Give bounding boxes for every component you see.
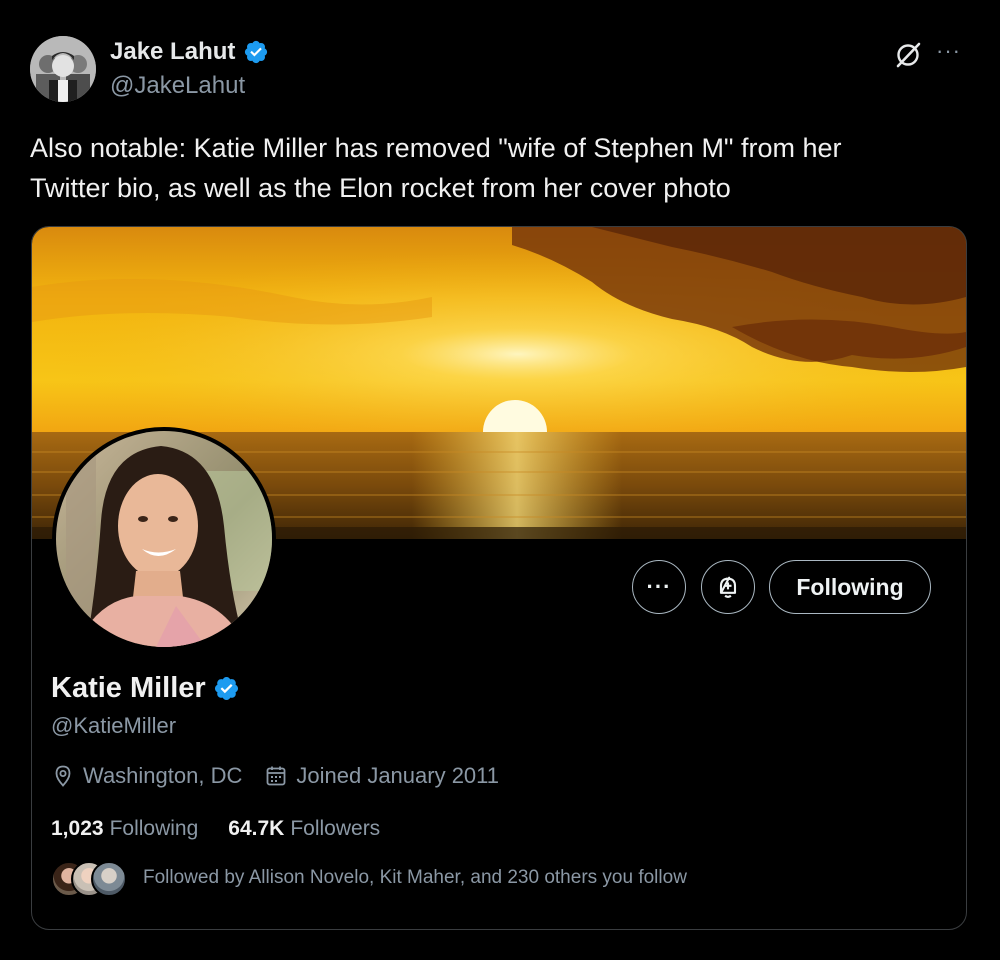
followed-by[interactable]: Followed by Allison Novelo, Kit Maher, a… xyxy=(51,861,687,897)
grok-icon[interactable] xyxy=(893,40,923,70)
verified-icon xyxy=(214,676,238,701)
profile-more-button[interactable]: ··· xyxy=(632,560,686,614)
following-stat[interactable]: 1,023 Following xyxy=(51,817,198,841)
author-handle[interactable]: @JakeLahut xyxy=(110,72,245,100)
location: Washington, DC xyxy=(51,763,242,789)
location-text: Washington, DC xyxy=(83,763,243,788)
tweet-text: Also notable: Katie Miller has removed "… xyxy=(30,128,950,208)
following-label: Following xyxy=(109,817,199,840)
calendar-icon xyxy=(266,766,286,786)
profile-handle: @KatieMiller xyxy=(51,713,177,738)
following-button[interactable]: Following xyxy=(769,560,931,614)
profile-name: Katie Miller xyxy=(51,672,240,705)
author-name-text[interactable]: Jake Lahut xyxy=(110,38,235,66)
followers-label: Followers xyxy=(290,817,381,840)
joined-date: Joined January 2011 xyxy=(264,763,499,789)
profile-screenshot-image[interactable]: ··· Following Katie Miller @KatieMiller xyxy=(31,226,967,930)
followers-stat[interactable]: 64.7K Followers xyxy=(228,817,380,841)
profile-meta: Washington, DC Joined January 2011 xyxy=(51,763,521,789)
author-avatar[interactable] xyxy=(30,36,96,102)
verified-icon xyxy=(245,40,268,64)
notify-button[interactable] xyxy=(701,560,755,614)
more-icon[interactable]: ··· xyxy=(936,40,966,66)
tweet-text-line-1: Also notable: Katie Miller has removed "… xyxy=(30,133,842,163)
profile-stats: 1,023 Following 64.7K Followers xyxy=(51,817,380,841)
tweet-text-line-2: Twitter bio, as well as the Elon rocket … xyxy=(30,173,731,203)
followers-count: 64.7K xyxy=(228,817,285,840)
location-icon xyxy=(55,765,71,787)
mutual-avatar xyxy=(91,861,127,897)
profile-more-icon: ··· xyxy=(646,574,672,599)
profile-avatar[interactable] xyxy=(52,427,276,651)
mutual-avatars xyxy=(51,861,127,897)
notification-add-icon xyxy=(719,576,737,598)
followed-by-text: Followed by Allison Novelo, Kit Maher, a… xyxy=(143,867,687,888)
author-name[interactable]: Jake Lahut xyxy=(110,38,269,66)
tweet[interactable]: Jake Lahut @JakeLahut ··· Also notable: … xyxy=(0,0,1000,960)
joined-text: Joined January 2011 xyxy=(296,763,500,788)
profile-name-text: Katie Miller xyxy=(51,672,206,704)
following-count: 1,023 xyxy=(51,817,104,840)
